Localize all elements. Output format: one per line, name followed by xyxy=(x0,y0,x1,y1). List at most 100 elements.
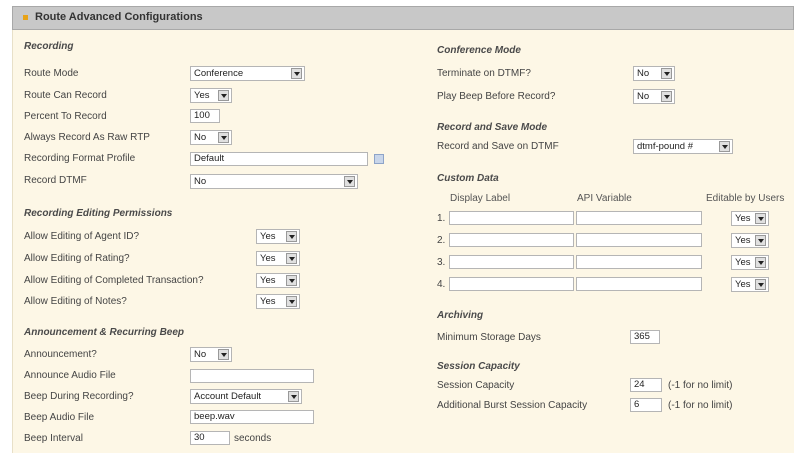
edit-notes-select[interactable]: Yes xyxy=(256,294,300,309)
custom-row-3-number: 3. xyxy=(437,257,446,268)
edit-rating-select[interactable]: Yes xyxy=(256,251,300,266)
beep-audio-file-input[interactable]: beep.wav xyxy=(190,410,314,424)
custom-row-3-api-input[interactable] xyxy=(576,255,702,269)
route-mode-value: Conference xyxy=(194,68,244,79)
archiving-heading: Archiving xyxy=(437,310,484,321)
terminate-dtmf-value: No xyxy=(637,68,650,79)
play-beep-label: Play Beep Before Record? xyxy=(437,91,556,102)
percent-to-record-input[interactable]: 100 xyxy=(190,109,220,123)
route-can-record-label: Route Can Record xyxy=(24,90,107,101)
burst-capacity-hint: (-1 for no limit) xyxy=(668,400,733,411)
announcement-value: No xyxy=(194,349,207,360)
burst-capacity-input[interactable]: 6 xyxy=(630,398,662,412)
announcement-label: Announcement? xyxy=(24,349,97,360)
chevron-down-icon xyxy=(286,231,297,242)
terminate-dtmf-select[interactable]: No xyxy=(633,66,675,81)
lookup-icon[interactable] xyxy=(374,154,384,164)
custom-row-4-editable-select[interactable]: Yes xyxy=(731,277,769,292)
min-storage-days-input[interactable]: 365 xyxy=(630,330,660,344)
beep-during-select[interactable]: Account Default xyxy=(190,389,302,404)
record-dtmf-select[interactable]: No xyxy=(190,174,358,189)
chevron-down-icon xyxy=(755,279,766,290)
custom-row-3-editable-select[interactable]: Yes xyxy=(731,255,769,270)
chevron-down-icon xyxy=(218,90,229,101)
editable-column-header: Editable by Users xyxy=(706,193,785,204)
beep-interval-input[interactable]: 30 xyxy=(190,431,230,445)
section-title: Route Advanced Configurations xyxy=(35,11,203,23)
chevron-down-icon xyxy=(291,68,302,79)
chevron-down-icon xyxy=(286,253,297,264)
custom-row-2-editable-select[interactable]: Yes xyxy=(731,233,769,248)
edit-agent-id-value: Yes xyxy=(260,231,276,242)
play-beep-select[interactable]: No xyxy=(633,89,675,104)
beep-during-label: Beep During Recording? xyxy=(24,391,134,402)
chevron-down-icon xyxy=(344,176,355,187)
chevron-down-icon xyxy=(661,68,672,79)
always-raw-rtp-select[interactable]: No xyxy=(190,130,232,145)
chevron-down-icon xyxy=(719,141,730,152)
edit-completed-select[interactable]: Yes xyxy=(256,273,300,288)
edit-agent-id-label: Allow Editing of Agent ID? xyxy=(24,231,140,242)
custom-row-2-editable-value: Yes xyxy=(735,235,751,246)
format-profile-label: Recording Format Profile xyxy=(24,153,136,164)
always-raw-rtp-label: Always Record As Raw RTP xyxy=(24,132,150,143)
min-storage-days-label: Minimum Storage Days xyxy=(437,332,541,343)
beep-interval-unit: seconds xyxy=(234,433,272,444)
custom-row-1-display-input[interactable] xyxy=(449,211,574,225)
display-label-column-header: Display Label xyxy=(450,193,511,204)
record-save-dtmf-select[interactable]: dtmf-pound # xyxy=(633,139,733,154)
custom-data-heading: Custom Data xyxy=(437,173,499,184)
custom-row-1-api-input[interactable] xyxy=(576,211,702,225)
beep-interval-label: Beep Interval xyxy=(24,433,83,444)
route-can-record-select[interactable]: Yes xyxy=(190,88,232,103)
route-mode-select[interactable]: Conference xyxy=(190,66,305,81)
announcement-select[interactable]: No xyxy=(190,347,232,362)
record-save-dtmf-value: dtmf-pound # xyxy=(637,141,693,152)
custom-row-4-display-input[interactable] xyxy=(449,277,574,291)
burst-capacity-label: Additional Burst Session Capacity xyxy=(437,400,588,411)
session-capacity-input[interactable]: 24 xyxy=(630,378,662,392)
record-save-heading: Record and Save Mode xyxy=(437,122,548,133)
record-dtmf-value: No xyxy=(194,176,207,187)
custom-row-3-editable-value: Yes xyxy=(735,257,751,268)
edit-notes-label: Allow Editing of Notes? xyxy=(24,296,127,307)
api-variable-column-header: API Variable xyxy=(577,193,632,204)
edit-agent-id-select[interactable]: Yes xyxy=(256,229,300,244)
custom-row-4-editable-value: Yes xyxy=(735,279,751,290)
session-capacity-label: Session Capacity xyxy=(437,380,515,391)
always-raw-rtp-value: No xyxy=(194,132,207,143)
custom-row-2-display-input[interactable] xyxy=(449,233,574,247)
custom-row-2-api-input[interactable] xyxy=(576,233,702,247)
collapse-bullet-icon[interactable] xyxy=(23,15,28,20)
conference-heading: Conference Mode xyxy=(437,45,521,56)
percent-to-record-label: Percent To Record xyxy=(24,111,107,122)
session-capacity-hint: (-1 for no limit) xyxy=(668,380,733,391)
format-profile-input[interactable]: Default xyxy=(190,152,368,166)
play-beep-value: No xyxy=(637,91,650,102)
chevron-down-icon xyxy=(286,296,297,307)
edit-rating-value: Yes xyxy=(260,253,276,264)
route-mode-label: Route Mode xyxy=(24,68,79,79)
recording-heading: Recording xyxy=(24,41,74,52)
chevron-down-icon xyxy=(218,349,229,360)
custom-row-3-display-input[interactable] xyxy=(449,255,574,269)
beep-audio-file-label: Beep Audio File xyxy=(24,412,95,423)
chevron-down-icon xyxy=(286,275,297,286)
record-dtmf-label: Record DTMF xyxy=(24,175,87,186)
chevron-down-icon xyxy=(661,91,672,102)
chevron-down-icon xyxy=(288,391,299,402)
edit-notes-value: Yes xyxy=(260,296,276,307)
announce-audio-file-label: Announce Audio File xyxy=(24,370,116,381)
announce-audio-file-input[interactable] xyxy=(190,369,314,383)
session-capacity-heading: Session Capacity xyxy=(437,361,520,372)
custom-row-1-editable-select[interactable]: Yes xyxy=(731,211,769,226)
record-save-dtmf-label: Record and Save on DTMF xyxy=(437,141,559,152)
edit-rating-label: Allow Editing of Rating? xyxy=(24,253,130,264)
custom-row-1-number: 1. xyxy=(437,213,446,224)
chevron-down-icon xyxy=(218,132,229,143)
chevron-down-icon xyxy=(755,213,766,224)
chevron-down-icon xyxy=(755,257,766,268)
custom-row-4-api-input[interactable] xyxy=(576,277,702,291)
chevron-down-icon xyxy=(755,235,766,246)
section-header[interactable]: Route Advanced Configurations xyxy=(12,6,794,30)
